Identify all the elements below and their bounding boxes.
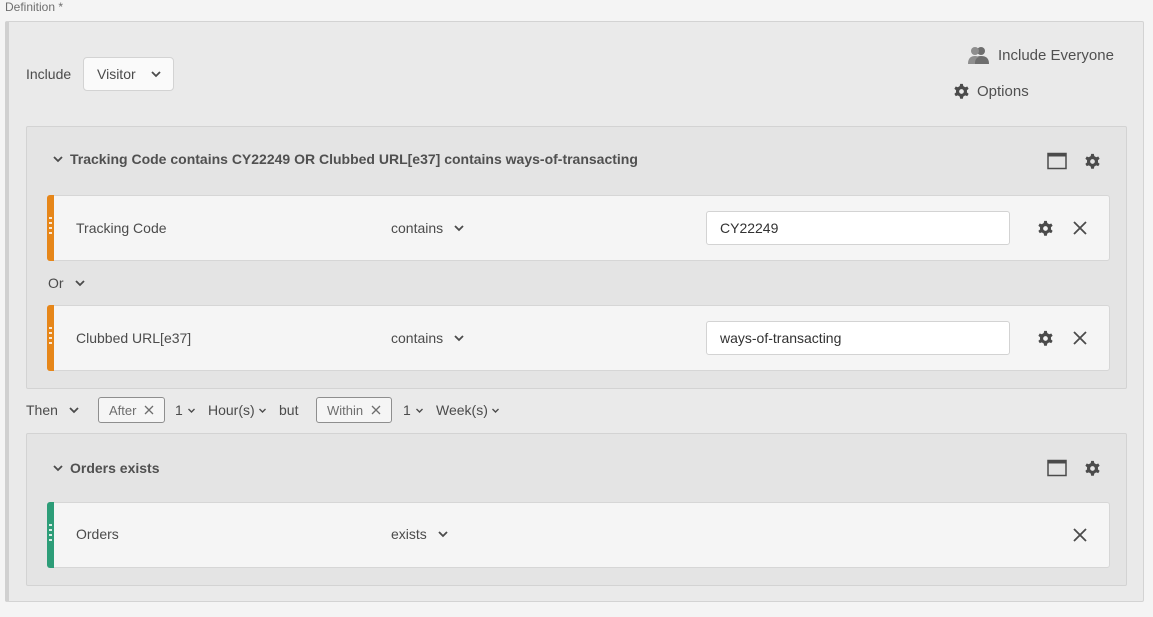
after-unit-dropdown[interactable]: Hour(s) <box>208 402 267 418</box>
then-label: Then <box>26 402 58 418</box>
rule-dimension: Orders <box>76 526 119 542</box>
rule-settings-button[interactable] <box>1035 218 1055 238</box>
within-chip-label: Within <box>327 402 364 418</box>
chevron-down-icon <box>415 408 423 413</box>
drag-handle[interactable] <box>47 502 54 568</box>
include-dropdown-value: Visitor <box>97 66 136 82</box>
after-unit-value: Hour(s) <box>208 402 255 418</box>
operator-value: exists <box>391 526 427 542</box>
within-count-dropdown[interactable]: 1 <box>403 402 424 418</box>
within-unit-value: Week(s) <box>436 402 488 418</box>
options-button[interactable]: Options <box>952 82 1029 101</box>
rule-settings-button[interactable] <box>1035 328 1055 348</box>
gear-icon <box>1084 153 1100 169</box>
container-2-title: Orders exists <box>70 460 160 476</box>
operator-dropdown[interactable]: contains <box>391 220 465 236</box>
include-everyone-button[interactable]: Include Everyone <box>968 45 1114 65</box>
within-chip: Within <box>316 397 393 423</box>
include-label: Include <box>26 66 72 82</box>
operator-value: contains <box>391 220 444 236</box>
chevron-down-icon <box>491 408 499 413</box>
chevron-down-icon <box>53 156 63 163</box>
after-count-value: 1 <box>175 402 183 418</box>
users-icon <box>968 47 989 64</box>
remove-rule-button[interactable] <box>1070 525 1090 545</box>
chevron-down-icon <box>187 408 195 413</box>
close-icon <box>1073 528 1087 542</box>
logic-operator-dropdown[interactable]: Or <box>48 275 86 291</box>
operator-dropdown[interactable]: exists <box>391 526 449 542</box>
remove-rule-button[interactable] <box>1070 328 1090 348</box>
container-1-title: Tracking Code contains CY22249 OR Clubbe… <box>70 151 638 167</box>
close-icon <box>1073 221 1087 235</box>
gear-icon <box>1037 220 1053 236</box>
within-count-value: 1 <box>403 402 411 418</box>
include-everyone-label: Include Everyone <box>998 46 1114 64</box>
rule-value-input[interactable]: CY22249 <box>706 211 1010 245</box>
gear-icon <box>954 83 969 99</box>
but-label: but <box>279 402 299 418</box>
close-icon[interactable] <box>371 405 381 415</box>
container-1-header[interactable]: Tracking Code contains CY22249 OR Clubbe… <box>52 151 638 167</box>
chevron-down-icon <box>69 407 79 414</box>
logic-operator-value: Or <box>48 275 64 291</box>
container-settings-button[interactable] <box>1082 458 1102 478</box>
options-label: Options <box>977 83 1029 100</box>
gear-icon <box>1037 330 1053 346</box>
operator-value: contains <box>391 330 444 346</box>
operator-dropdown[interactable]: contains <box>391 330 465 346</box>
rule-dimension: Tracking Code <box>76 220 167 236</box>
chevron-down-icon <box>454 225 464 232</box>
definition-label: Definition * <box>5 0 64 14</box>
after-chip-label: After <box>109 402 137 418</box>
include-dropdown[interactable]: Visitor <box>83 57 174 91</box>
then-dropdown[interactable]: Then <box>26 402 80 418</box>
close-icon <box>1073 331 1087 345</box>
rule-value-input[interactable]: ways-of-transacting <box>706 321 1010 355</box>
rule-value-text: CY22249 <box>720 220 779 236</box>
rule-value-text: ways-of-transacting <box>720 330 842 346</box>
container-2-header[interactable]: Orders exists <box>52 460 160 476</box>
remove-rule-button[interactable] <box>1070 218 1090 238</box>
chevron-down-icon <box>53 465 63 472</box>
after-count-dropdown[interactable]: 1 <box>175 402 196 418</box>
rule-row <box>47 502 1110 568</box>
close-icon[interactable] <box>144 405 154 415</box>
chevron-down-icon <box>258 408 266 413</box>
collapse-container-button[interactable] <box>1047 458 1067 478</box>
container-settings-button[interactable] <box>1082 151 1102 171</box>
gear-icon <box>1084 460 1100 476</box>
chevron-down-icon <box>151 71 161 78</box>
chevron-down-icon <box>74 280 85 287</box>
window-icon <box>1047 459 1067 477</box>
collapse-container-button[interactable] <box>1047 151 1067 171</box>
rule-dimension: Clubbed URL[e37] <box>76 330 192 346</box>
window-icon <box>1047 152 1067 170</box>
drag-handle[interactable] <box>47 195 54 261</box>
chevron-down-icon <box>454 335 464 342</box>
chevron-down-icon <box>438 531 448 538</box>
within-unit-dropdown[interactable]: Week(s) <box>436 402 500 418</box>
after-chip: After <box>98 397 166 423</box>
drag-handle[interactable] <box>47 305 54 371</box>
